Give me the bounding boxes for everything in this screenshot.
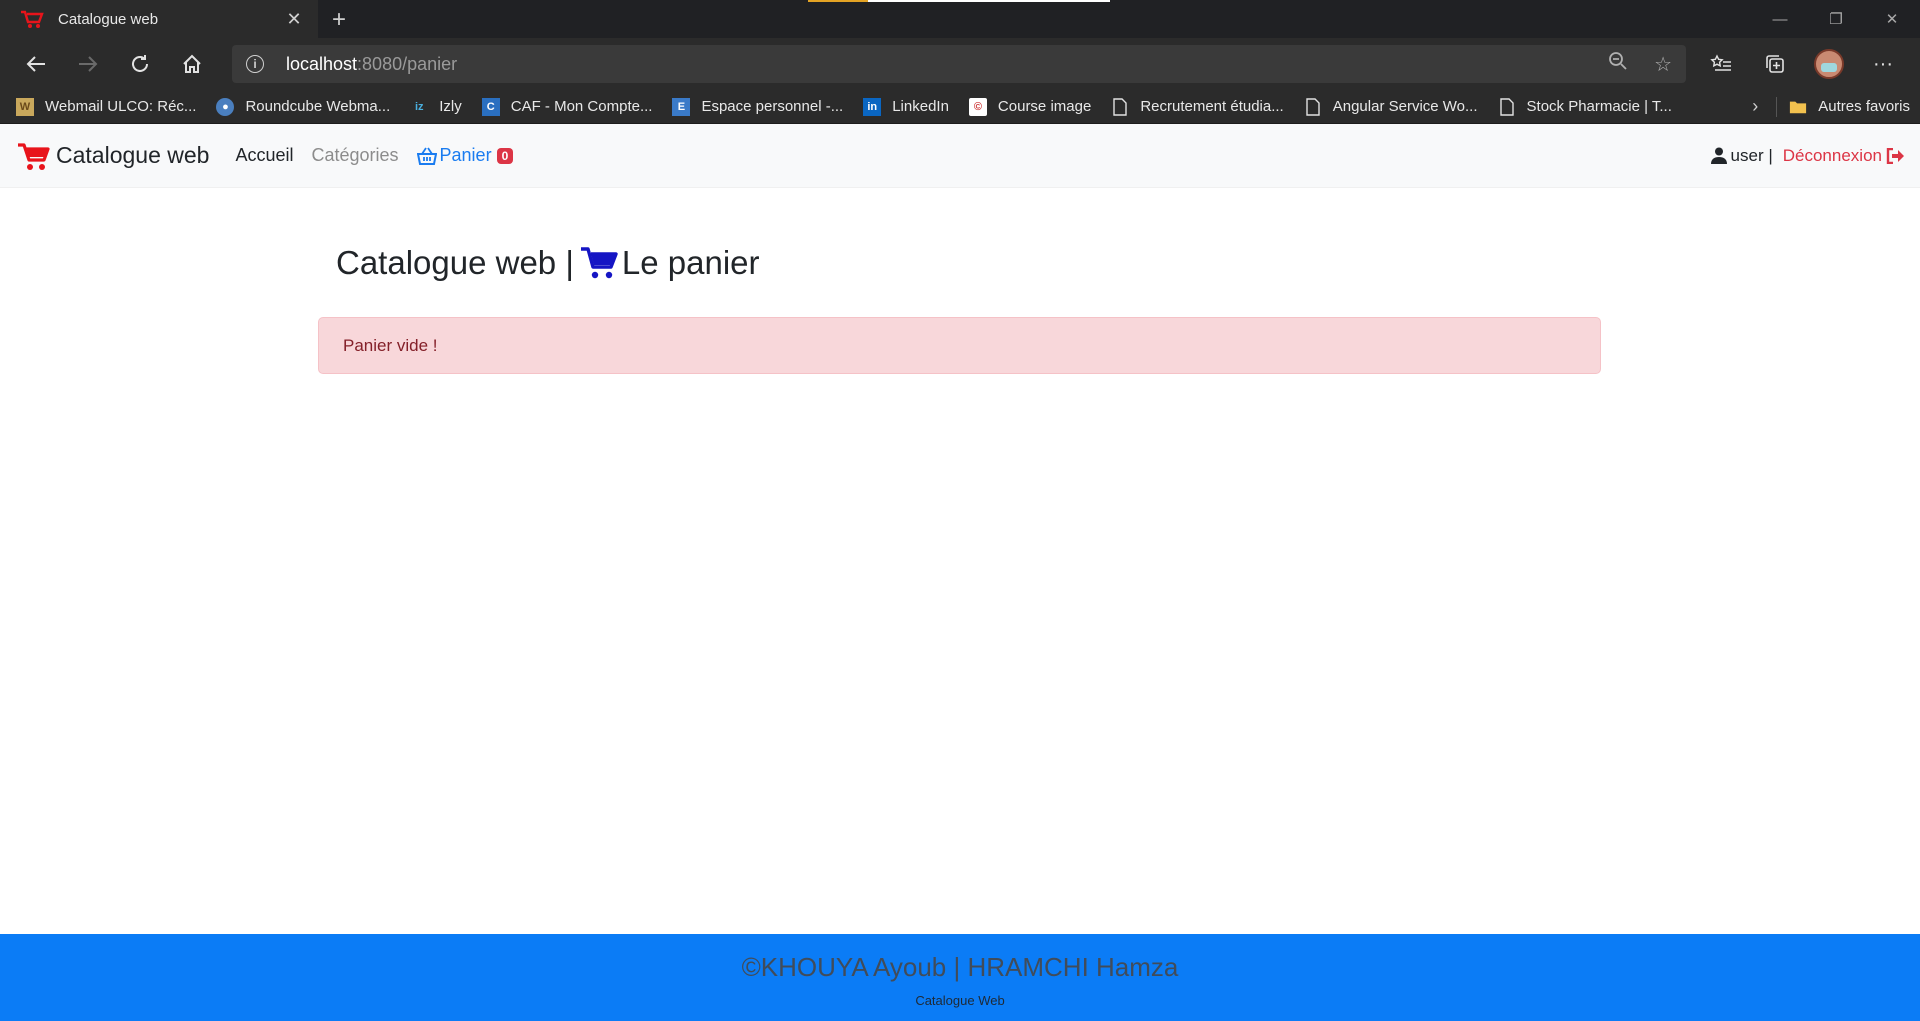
logout-label: Déconnexion <box>1782 145 1882 165</box>
sign-out-icon <box>1886 147 1904 164</box>
shopping-cart-icon <box>18 142 50 170</box>
new-tab-icon[interactable]: + <box>332 6 346 34</box>
page-title-suffix: Le panier <box>621 244 760 281</box>
home-icon[interactable] <box>166 44 218 84</box>
webmail-icon: W <box>16 97 34 116</box>
folder-icon <box>1789 98 1807 116</box>
espace-personnel-icon: E <box>672 97 691 116</box>
nav-accueil[interactable]: Accueil <box>235 145 293 166</box>
site-navbar: Catalogue web Accueil Catégories Panier … <box>0 124 1920 188</box>
user-info: user | <box>1710 145 1773 166</box>
page-icon <box>1304 97 1322 116</box>
logout-link[interactable]: Déconnexion <box>1783 146 1904 166</box>
basket-icon <box>416 147 437 165</box>
page-title-prefix: Catalogue web | <box>336 244 574 281</box>
empty-cart-alert: Panier vide ! <box>318 317 1601 374</box>
url-path: :8080/panier <box>357 53 458 74</box>
bookmark-stock-pharmacie[interactable]: Stock Pharmacie | T... <box>1498 97 1672 116</box>
tab-title: Catalogue web <box>58 10 159 28</box>
username-label: user | <box>1730 145 1773 165</box>
address-bar-row: i localhost :8080/panier ☆ ··· <box>0 38 1920 90</box>
close-tab-icon[interactable]: ✕ <box>284 9 304 30</box>
url-input[interactable]: i localhost :8080/panier ☆ <box>232 45 1686 83</box>
bookmark-webmail[interactable]: W Webmail ULCO: Réc... <box>16 97 196 116</box>
cart-favicon-icon <box>20 9 44 29</box>
browser-tab[interactable]: Catalogue web ✕ <box>0 0 318 38</box>
loading-indicator <box>808 0 1110 2</box>
forward-icon[interactable] <box>62 44 114 84</box>
bookmark-angular[interactable]: Angular Service Wo... <box>1304 97 1478 116</box>
nav-categories[interactable]: Catégories <box>311 145 398 166</box>
bookmark-linkedin[interactable]: in LinkedIn <box>863 97 949 116</box>
linkedin-icon: in <box>863 97 882 116</box>
more-options-icon[interactable]: ··· <box>1856 44 1910 84</box>
izly-icon: iz <box>414 100 424 113</box>
restore-icon[interactable]: ❐ <box>1808 0 1864 38</box>
cart-count-badge: 0 <box>496 147 514 164</box>
site-footer: ©KHOUYA Ayoub | HRAMCHI Hamza Catalogue … <box>0 934 1920 1021</box>
main-content: Catalogue web | Le panier Panier vide ! <box>0 188 1920 917</box>
bookmark-espace-personnel[interactable]: E Espace personnel -... <box>672 97 843 116</box>
browser-tab-strip: Catalogue web ✕ + — ❐ ✕ <box>0 0 1920 38</box>
site-info-icon[interactable]: i <box>246 55 264 73</box>
divider <box>1776 96 1778 117</box>
brand-link[interactable]: Catalogue web <box>16 139 209 173</box>
user-icon <box>1710 147 1727 164</box>
page-icon <box>1111 97 1129 116</box>
bookmarks-bar: W Webmail ULCO: Réc... ● Roundcube Webma..… <box>0 90 1920 124</box>
favorites-icon[interactable] <box>1694 44 1748 84</box>
nav-panier[interactable]: Panier 0 <box>416 145 514 166</box>
nav-panier-label: Panier <box>439 145 492 165</box>
roundcube-icon: ● <box>216 97 235 116</box>
footer-credit: ©KHOUYA Ayoub | HRAMCHI Hamza <box>741 952 1179 982</box>
shopping-cart-icon <box>580 247 618 279</box>
favorite-star-icon[interactable]: ☆ <box>1654 52 1672 77</box>
bookmark-izly[interactable]: iz Izly <box>410 98 462 116</box>
caf-icon: C <box>481 97 500 116</box>
footer-subtitle: Catalogue Web <box>915 993 1005 1008</box>
bookmark-course-image[interactable]: © Course image <box>968 97 1091 116</box>
bookmark-recrutement[interactable]: Recrutement étudia... <box>1111 97 1284 116</box>
refresh-icon[interactable] <box>114 44 166 84</box>
brand-label: Catalogue web <box>56 142 210 168</box>
page-icon <box>1498 97 1516 116</box>
profile-avatar[interactable] <box>1802 44 1856 84</box>
zoom-icon[interactable] <box>1608 51 1628 77</box>
bookmark-caf[interactable]: C CAF - Mon Compte... <box>481 97 652 116</box>
bookmark-roundcube[interactable]: ● Roundcube Webma... <box>216 97 390 116</box>
close-window-icon[interactable]: ✕ <box>1864 0 1920 38</box>
course-image-icon: © <box>968 97 987 116</box>
collections-icon[interactable] <box>1748 44 1802 84</box>
url-host: localhost <box>286 53 358 74</box>
minimize-icon[interactable]: — <box>1752 0 1808 38</box>
back-icon[interactable] <box>10 44 62 84</box>
bookmark-other-favorites[interactable]: Autres favoris <box>1789 98 1910 116</box>
page-title: Catalogue web | Le panier <box>336 244 760 282</box>
chevron-right-icon[interactable]: › <box>1752 96 1758 117</box>
